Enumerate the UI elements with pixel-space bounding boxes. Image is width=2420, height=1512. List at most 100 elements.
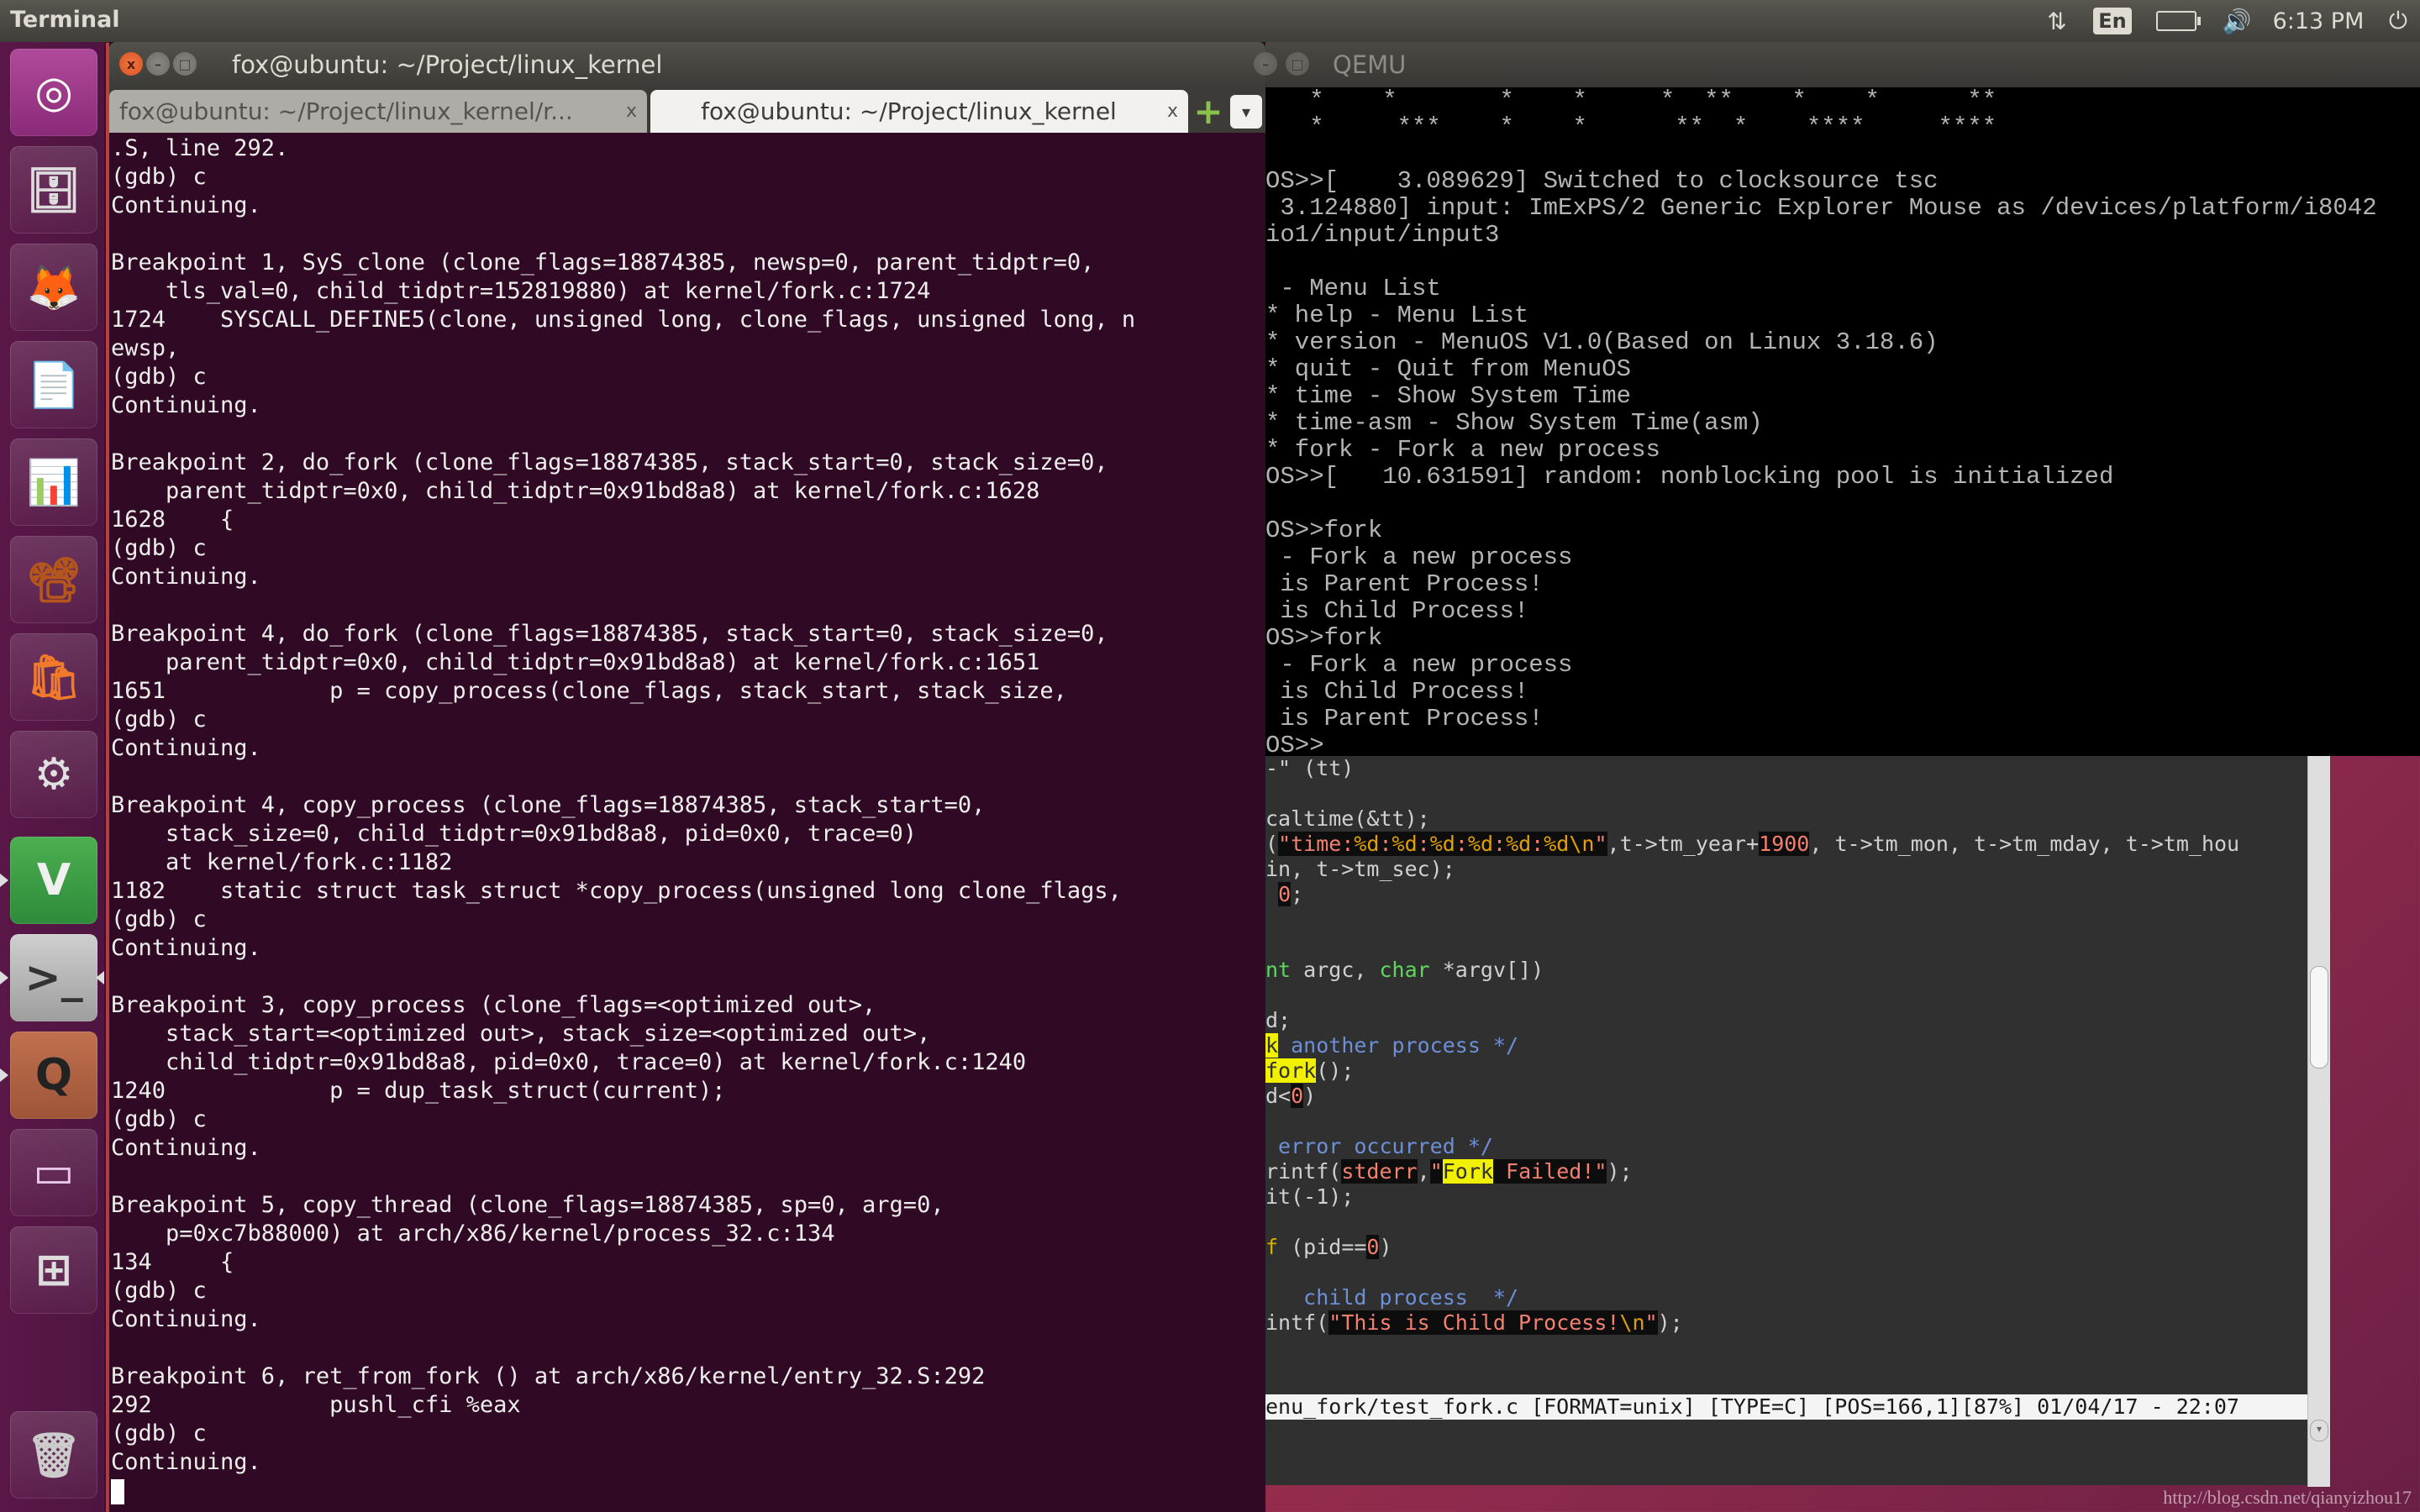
- code-token-num: 0: [1278, 882, 1292, 906]
- launcher-item-files[interactable]: 🗄: [10, 146, 97, 234]
- window-title: fox@ubuntu: ~/Project/linux_kernel: [232, 50, 663, 79]
- terminal-line: p=0xc7b88000) at arch/x86/kernel/process…: [111, 1221, 835, 1247]
- code-line: -" (tt): [1265, 756, 2307, 781]
- tab-list-menu-button[interactable]: ▾: [1230, 95, 1262, 129]
- launcher-item-trash[interactable]: 🗑: [10, 1411, 97, 1499]
- qemu-titlebar[interactable]: – □ QEMU: [1254, 42, 2420, 87]
- scroll-down-arrow-icon[interactable]: ▾: [2310, 1420, 2328, 1441]
- launcher-item-workspace-switcher[interactable]: ⊞: [10, 1226, 97, 1314]
- terminal-output[interactable]: .S, line 292. (gdb) c Continuing. Breakpoin…: [111, 134, 1262, 1512]
- tab-close-button[interactable]: x: [1167, 101, 1178, 122]
- code-token-search: fork: [1265, 1058, 1317, 1083]
- console-line: * time - Show System Time: [1265, 382, 1632, 410]
- code-token: ): [1303, 1084, 1317, 1108]
- code-token: ;: [1291, 882, 1304, 906]
- new-tab-button[interactable]: +: [1193, 94, 1223, 129]
- terminal-line: ewsp,: [111, 335, 180, 361]
- code-token-str: :: [1493, 832, 1507, 856]
- terminal-line: (gdb) c: [111, 706, 207, 732]
- console-line: is Parent Process!: [1265, 570, 1544, 598]
- console-line: OS>>fork: [1265, 624, 1383, 652]
- qemu-console[interactable]: * * * * * ** * * ** * *** * * ** * **** …: [1265, 87, 2420, 756]
- terminal-line: 1182 static struct task_struct *copy_pro…: [111, 878, 1122, 904]
- code-token-str: Failed!": [1492, 1159, 1607, 1184]
- console-line: - Fork a new process: [1265, 543, 1573, 571]
- terminal-line: 1240 p = dup_task_struct(current);: [111, 1078, 726, 1104]
- plus-icon: +: [1193, 91, 1223, 132]
- code-token-cmt: error occurred */: [1265, 1134, 1493, 1158]
- console-line: * fork - Fork a new process: [1265, 436, 1660, 464]
- launcher-item-libreoffice-impress[interactable]: 📽: [10, 536, 97, 623]
- code-token-str: "This is Child Process!: [1328, 1310, 1620, 1335]
- code-line: error occurred */: [1265, 1134, 2307, 1159]
- terminal-window: x – □ fox@ubuntu: ~/Project/linux_kernel…: [109, 42, 1265, 1512]
- maximize-window-button[interactable]: □: [173, 52, 197, 76]
- code-token-str: :: [1417, 832, 1430, 856]
- launcher-item-terminal[interactable]: >_: [10, 934, 97, 1021]
- console-line: - Fork a new process: [1265, 651, 1573, 679]
- launcher-item-libreoffice-calc[interactable]: 📊: [10, 438, 97, 526]
- vim-scrollbar[interactable]: ▾: [2307, 756, 2330, 1487]
- vim-window: -" (tt) caltime(&tt); ("time:%d:%d:%d:%d:%…: [1265, 756, 2307, 1485]
- terminal-line: parent_tidptr=0x0, child_tidptr=0x91bd8a…: [111, 478, 1040, 504]
- console-line: * time-asm - Show System Time(asm): [1265, 409, 1763, 437]
- terminal-icon: >_: [24, 953, 83, 1003]
- clock[interactable]: 6:13 PM: [2264, 0, 2373, 42]
- code-token: *argv[]): [1429, 958, 1544, 982]
- minimize-window-button[interactable]: –: [146, 52, 170, 76]
- terminal-titlebar[interactable]: x – □ fox@ubuntu: ~/Project/linux_kernel: [109, 42, 1265, 87]
- terminal-prompt-line[interactable]: [111, 1477, 1262, 1505]
- minimize-icon: –: [1262, 55, 1269, 72]
- code-token-num: 0: [1366, 1235, 1380, 1259]
- maximize-window-button[interactable]: □: [1286, 52, 1309, 76]
- close-window-button[interactable]: x: [119, 52, 143, 76]
- launcher-item-firefox[interactable]: 🦊: [10, 244, 97, 331]
- launcher-item-app-window[interactable]: ▭: [10, 1129, 97, 1216]
- code-token-search: k: [1265, 1033, 1279, 1058]
- code-token: );: [1657, 1310, 1683, 1335]
- console-line: OS>>[ 10.631591] random: nonblocking poo…: [1265, 463, 2114, 491]
- code-token: );: [1607, 1159, 1633, 1184]
- code-token-str: ": [1644, 1310, 1658, 1335]
- vim-editor-buffer[interactable]: -" (tt) caltime(&tt); ("time:%d:%d:%d:%d:%…: [1265, 756, 2307, 1394]
- network-transfer-icon[interactable]: ⇅: [2032, 0, 2082, 42]
- code-token-fmt: %d: [1429, 832, 1455, 856]
- maximize-icon: □: [1291, 55, 1304, 72]
- power-gear-icon[interactable]: ⏻: [2373, 0, 2420, 42]
- console-line: * *** * * ** * **** ****: [1265, 113, 1997, 141]
- terminal-line: tls_val=0, child_tidptr=152819880) at ke…: [111, 278, 931, 304]
- terminal-line: 292 pushl_cfi %eax: [111, 1392, 521, 1418]
- minimize-window-button[interactable]: –: [1254, 52, 1277, 76]
- launcher-item-qemu[interactable]: Q: [10, 1032, 97, 1119]
- launcher-item-software-center[interactable]: 🛍: [10, 633, 97, 721]
- file-cabinet-icon: 🗄: [25, 165, 82, 216]
- tab-linux-kernel-subdir[interactable]: fox@ubuntu: ~/Project/linux_kernel/r... …: [109, 90, 647, 133]
- running-indicator-icon: [0, 1068, 8, 1082]
- console-line: * quit - Quit from MenuOS: [1265, 355, 1632, 383]
- terminal-line: stack_start=<optimized out>, stack_size=…: [111, 1021, 931, 1047]
- window-title: QEMU: [1333, 50, 1407, 79]
- tab-linux-kernel[interactable]: fox@ubuntu: ~/Project/linux_kernel x: [650, 90, 1188, 133]
- terminal-line: 134 {: [111, 1249, 234, 1275]
- code-token-type: nt: [1265, 958, 1292, 982]
- scrollbar-thumb[interactable]: [2310, 966, 2328, 1068]
- launcher-item-dash-home[interactable]: ◎: [10, 49, 97, 136]
- code-token: -" (tt): [1265, 756, 1355, 780]
- tab-close-button[interactable]: x: [626, 101, 637, 122]
- battery-charging-icon[interactable]: [2143, 0, 2210, 42]
- launcher-item-system-settings[interactable]: ⚙: [10, 731, 97, 818]
- terminal-line: Continuing.: [111, 192, 261, 218]
- launcher-item-libreoffice-writer[interactable]: 📄: [10, 341, 97, 428]
- terminal-line: Continuing.: [111, 935, 261, 961]
- volume-icon[interactable]: 🔊: [2210, 0, 2264, 42]
- console-line: - Menu List: [1265, 275, 1441, 302]
- launcher-item-vim[interactable]: V: [10, 837, 97, 924]
- code-line: d;: [1265, 1008, 2307, 1033]
- keyboard-layout-indicator[interactable]: En: [2082, 0, 2143, 42]
